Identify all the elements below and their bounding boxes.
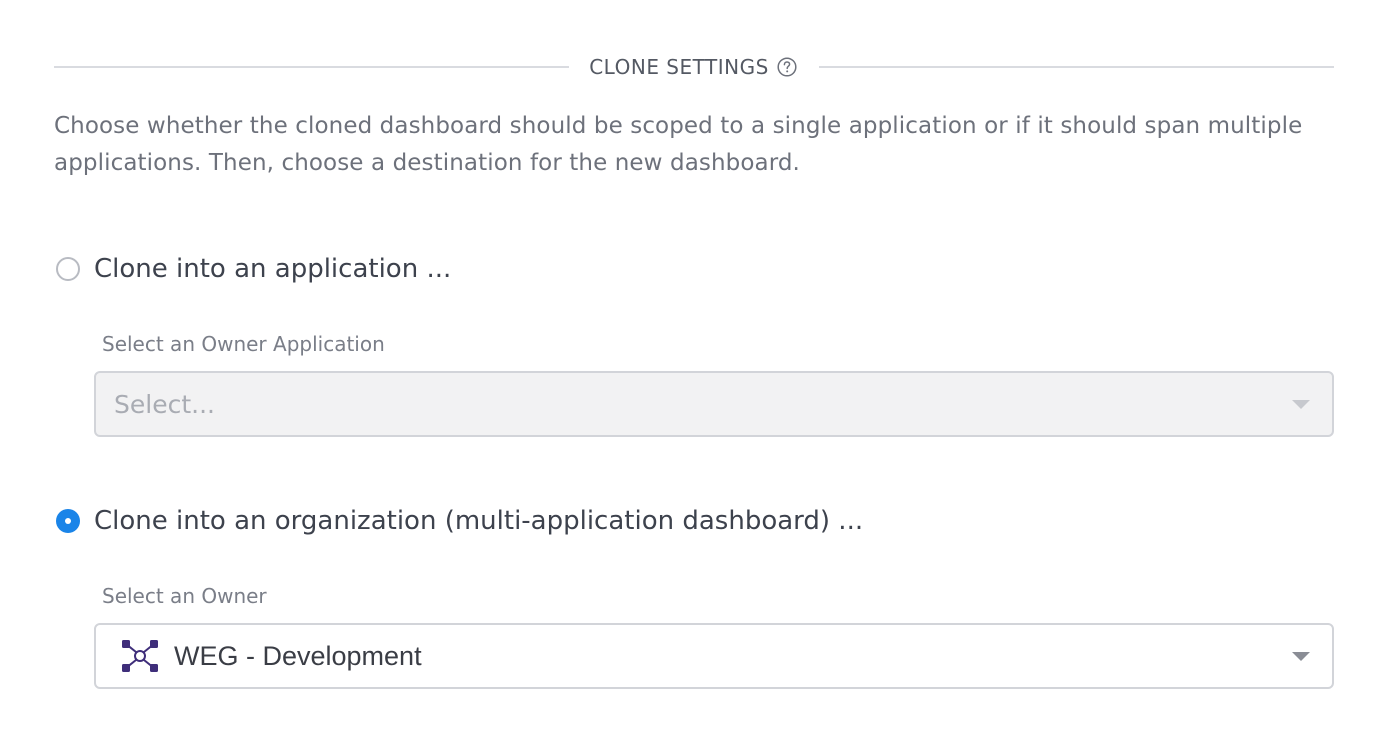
clone-into-application-option[interactable]: Clone into an application ... <box>56 254 451 284</box>
owner-select-value: WEG - Development <box>174 640 422 671</box>
chevron-down-icon <box>1292 652 1310 661</box>
network-nodes-icon <box>122 640 158 672</box>
application-radio[interactable] <box>56 257 80 281</box>
owner-select[interactable]: WEG - Development <box>94 623 1334 689</box>
section-header: CLONE SETTINGS <box>54 52 1334 82</box>
question-circle-icon[interactable] <box>777 57 797 77</box>
section-title-wrap: CLONE SETTINGS <box>569 55 819 79</box>
clone-into-organization-option[interactable]: Clone into an organization (multi-applic… <box>56 506 863 536</box>
organization-radio-label[interactable]: Clone into an organization (multi-applic… <box>94 506 863 536</box>
description-text: Choose whether the cloned dashboard shou… <box>54 113 1303 176</box>
section-title: CLONE SETTINGS <box>589 55 769 79</box>
owner-application-placeholder: Select... <box>114 389 215 419</box>
application-radio-label[interactable]: Clone into an application ... <box>94 254 451 284</box>
owner-application-label: Select an Owner Application <box>102 332 385 356</box>
owner-application-select[interactable]: Select... <box>94 371 1334 437</box>
divider-line-right <box>818 66 1334 68</box>
radio-selected-dot <box>65 518 71 524</box>
organization-radio[interactable] <box>56 509 80 533</box>
divider-line-left <box>54 66 570 68</box>
chevron-down-icon <box>1292 400 1310 409</box>
owner-label: Select an Owner <box>102 584 267 608</box>
